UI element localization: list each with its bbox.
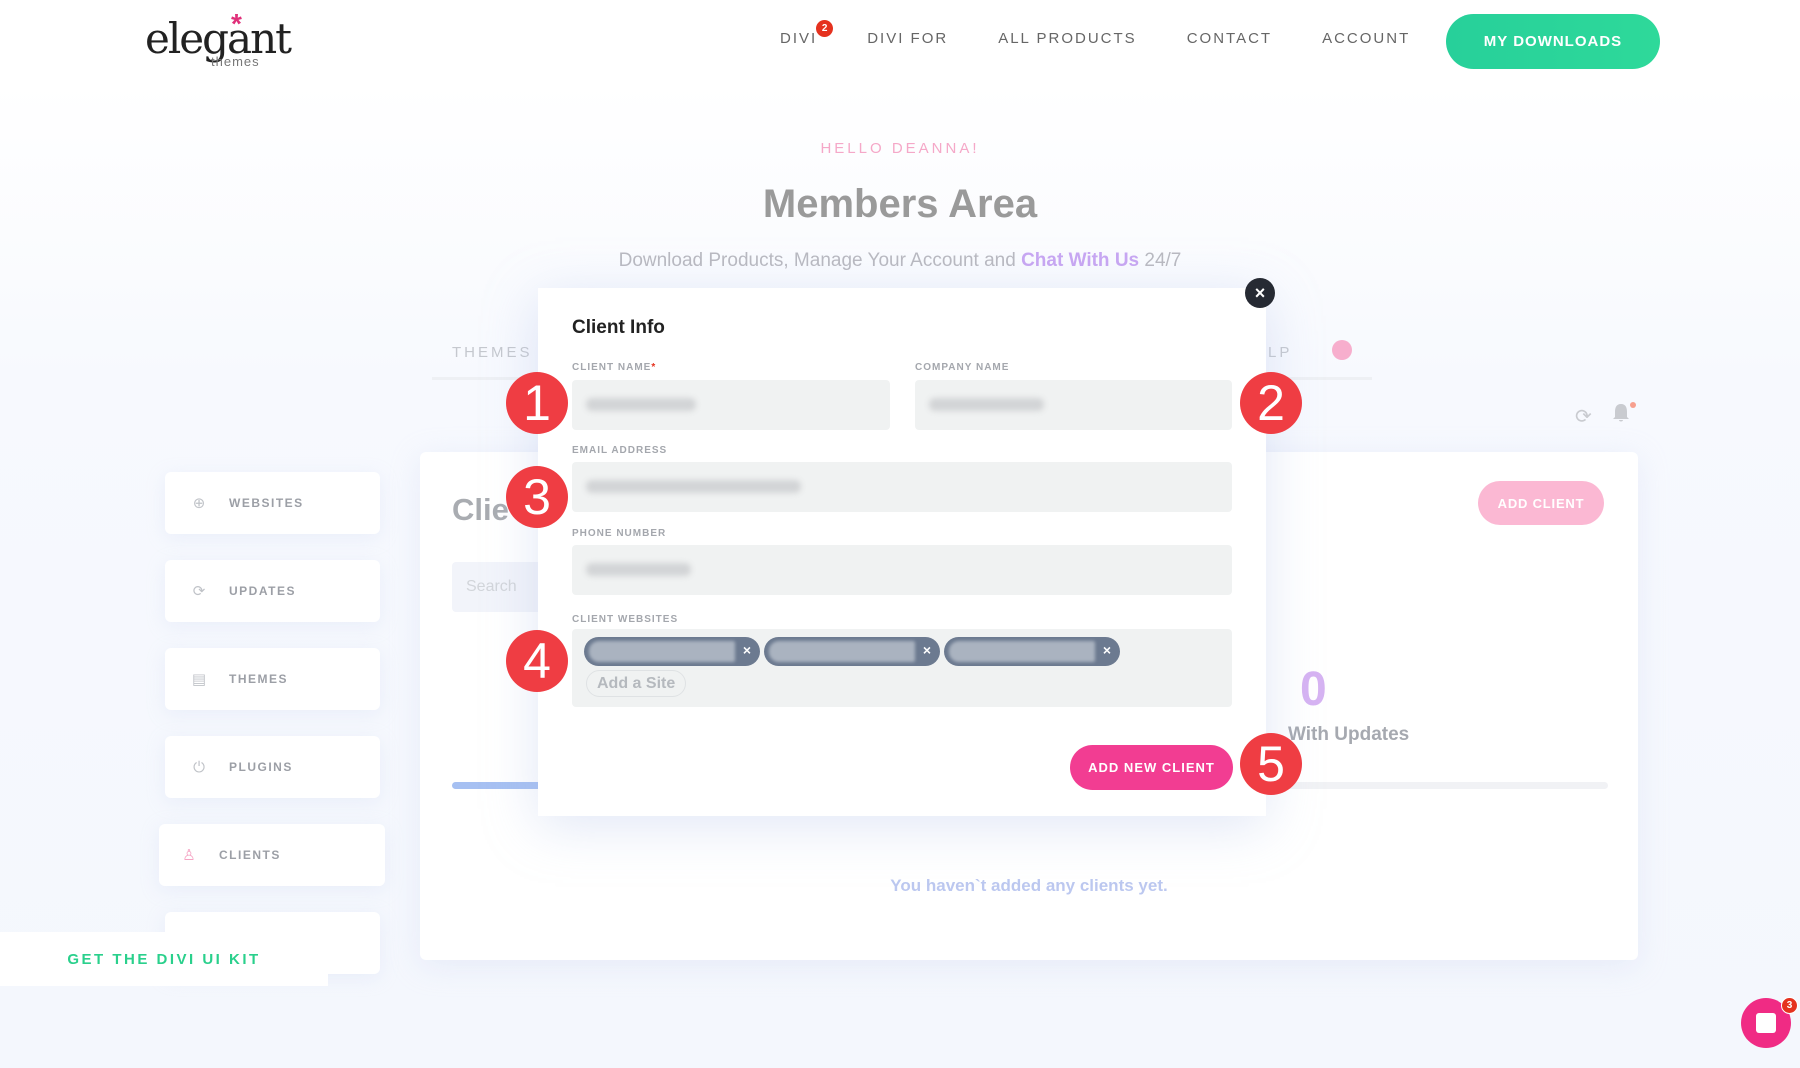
client-name-input[interactable] — [572, 380, 890, 430]
get-divi-ui-kit-link[interactable]: GET THE DIVI UI KIT — [0, 932, 328, 986]
user-icon: ♙ — [182, 847, 196, 864]
website-chip[interactable]: × — [584, 637, 760, 666]
nav-divi-for[interactable]: DIVI FOR — [867, 30, 948, 47]
callout-2: 2 — [1240, 372, 1302, 434]
logo-sub: themes — [211, 54, 260, 69]
website-chip[interactable]: × — [944, 637, 1120, 666]
layout-icon: ▤ — [191, 671, 207, 688]
sidebar-item-label: CLIENTS — [219, 848, 281, 862]
sidebar-item-websites[interactable]: ⊕ WEBSITES — [165, 472, 380, 534]
phone-input[interactable] — [572, 545, 1232, 595]
bell-icon[interactable] — [1612, 402, 1630, 424]
globe-icon: ⊕ — [192, 495, 206, 512]
company-name-label: COMPANY NAME — [915, 362, 1010, 373]
redacted-value — [586, 398, 696, 411]
callout-3: 3 — [506, 466, 568, 528]
add-new-client-button[interactable]: ADD NEW CLIENT — [1070, 745, 1233, 790]
remove-chip-icon[interactable]: × — [743, 642, 751, 658]
main-nav: DIVI 2 DIVI FOR ALL PRODUCTS CONTACT ACC… — [780, 20, 1460, 47]
elegant-themes-logo[interactable]: elegant * themes — [145, 8, 292, 72]
nav-divi-badge: 2 — [816, 20, 834, 37]
email-label: EMAIL ADDRESS — [572, 445, 668, 456]
subtitle-text: Download Products, Manage Your Account a… — [618, 250, 1022, 271]
modal-title: Client Info — [572, 317, 665, 338]
sidebar-item-plugins[interactable]: ⏻ PLUGINS — [165, 736, 380, 798]
email-input[interactable] — [572, 462, 1232, 512]
add-client-button[interactable]: ADD CLIENT — [1478, 481, 1604, 525]
callout-4: 4 — [506, 630, 568, 692]
sidebar-item-label: PLUGINS — [229, 760, 293, 774]
refresh-icon[interactable]: ⟳ — [1575, 404, 1592, 429]
account-user-icon[interactable] — [1332, 340, 1352, 360]
stat-number: 0 — [1300, 663, 1327, 716]
nav-all-products[interactable]: ALL PRODUCTS — [998, 30, 1136, 47]
notification-dot — [1630, 402, 1636, 408]
empty-state-message: You haven`t added any clients yet. — [890, 876, 1168, 895]
tab-help[interactable]: LP — [1268, 344, 1292, 361]
refresh-icon: ⟳ — [192, 583, 206, 600]
website-chip[interactable]: × — [764, 637, 940, 666]
redacted-value — [589, 641, 735, 662]
add-a-site-button[interactable]: Add a Site — [586, 670, 687, 697]
greeting: HELLO DEANNA! — [820, 140, 980, 157]
chat-icon — [1756, 1013, 1776, 1033]
chat-badge: 3 — [1781, 997, 1798, 1014]
close-icon[interactable]: × — [1245, 278, 1275, 308]
client-name-label-text: CLIENT NAME — [572, 362, 652, 373]
client-name-label: CLIENT NAME* — [572, 362, 656, 373]
clients-search-input[interactable]: Search — [452, 562, 552, 612]
nav-account[interactable]: ACCOUNT — [1322, 30, 1410, 47]
my-downloads-button[interactable]: MY DOWNLOADS — [1446, 14, 1660, 69]
redacted-value — [929, 398, 1044, 411]
redacted-value — [586, 563, 691, 576]
sidebar-item-label: WEBSITES — [229, 496, 304, 510]
sidebar-item-updates[interactable]: ⟳ UPDATES — [165, 560, 380, 622]
sidebar-item-clients[interactable]: ♙ CLIENTS — [159, 824, 385, 886]
site-header: elegant * themes DIVI 2 DIVI FOR ALL PRO… — [0, 0, 1800, 82]
client-info-modal: Client Info CLIENT NAME* COMPANY NAME EM… — [538, 288, 1266, 816]
nav-contact[interactable]: CONTACT — [1187, 30, 1272, 47]
stat-label: With Updates — [1288, 724, 1410, 745]
sidebar-item-label: THEMES — [229, 672, 289, 686]
sidebar-item-label: UPDATES — [229, 584, 296, 598]
plug-icon: ⏻ — [193, 758, 205, 776]
callout-5: 5 — [1240, 733, 1302, 795]
clients-title: Clie — [452, 492, 509, 527]
sidebar: ⊕ WEBSITES ⟳ UPDATES ▤ THEMES ⏻ PLUGINS … — [159, 472, 385, 1000]
remove-chip-icon[interactable]: × — [923, 642, 931, 658]
page-subtitle: Download Products, Manage Your Account a… — [0, 250, 1800, 272]
client-websites-input[interactable]: × × × Add a Site — [572, 629, 1232, 707]
redacted-value — [586, 480, 801, 493]
redacted-value — [949, 641, 1095, 662]
chat-with-us-link[interactable]: Chat With Us — [1021, 250, 1139, 271]
nav-divi[interactable]: DIVI 2 — [780, 20, 834, 47]
remove-chip-icon[interactable]: × — [1103, 642, 1111, 658]
page-title: Members Area — [762, 182, 1038, 226]
nav-divi-label: DIVI — [780, 30, 818, 47]
callout-1: 1 — [506, 372, 568, 434]
redacted-value — [769, 641, 915, 662]
subtitle-suffix: 24/7 — [1139, 250, 1182, 271]
company-name-input[interactable] — [915, 380, 1232, 430]
sidebar-item-themes[interactable]: ▤ THEMES — [165, 648, 380, 710]
phone-label: PHONE NUMBER — [572, 528, 667, 539]
logo-star-icon: * — [231, 8, 242, 39]
client-websites-label: CLIENT WEBSITES — [572, 614, 679, 625]
required-mark: * — [651, 362, 657, 373]
